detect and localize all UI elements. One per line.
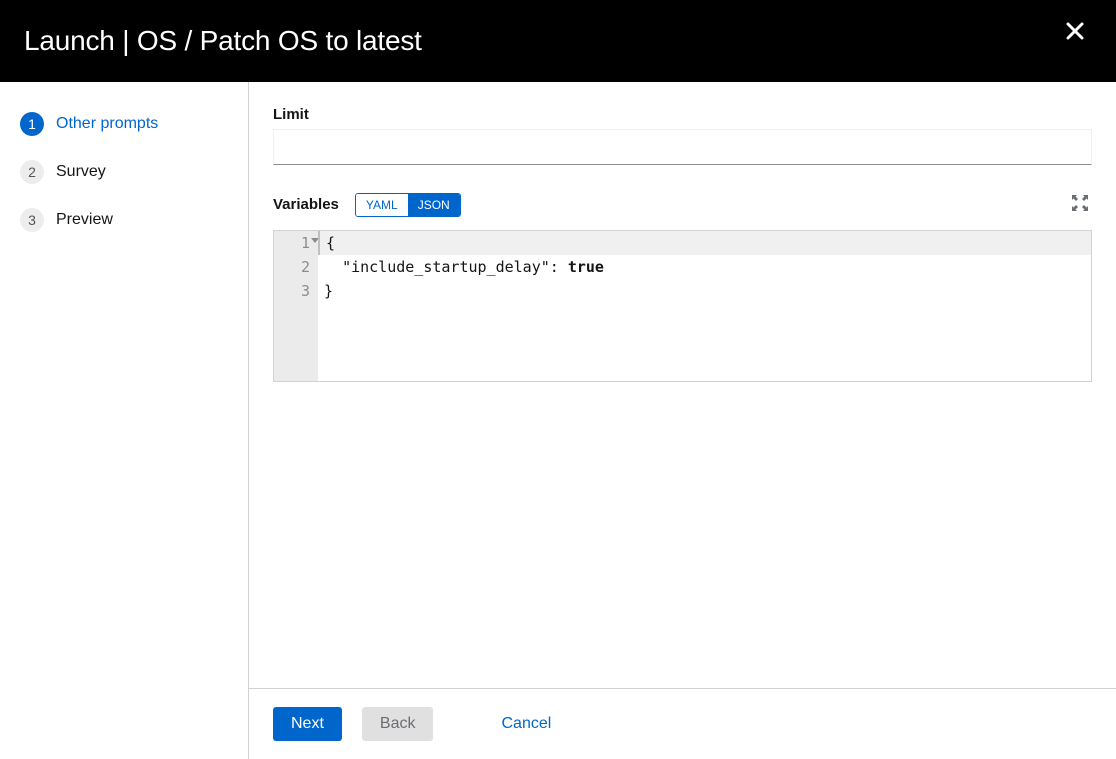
toggle-yaml[interactable]: YAML: [356, 194, 408, 216]
cancel-button[interactable]: Cancel: [497, 707, 555, 741]
expand-icon: [1072, 195, 1088, 211]
step-number: 1: [20, 112, 44, 136]
step-preview[interactable]: 3 Preview: [20, 202, 228, 238]
close-icon: [1066, 22, 1084, 40]
limit-input[interactable]: [273, 129, 1092, 165]
main-panel: Limit Variables YAML JSON: [249, 82, 1116, 759]
editor-gutter: 1 2 3: [274, 231, 318, 381]
code-line: {: [318, 231, 1091, 255]
format-toggle-group: YAML JSON: [355, 193, 461, 217]
modal-title: Launch | OS / Patch OS to latest: [24, 25, 422, 57]
gutter-line: 2: [274, 255, 310, 279]
expand-editor-button[interactable]: [1068, 191, 1092, 218]
code-line: "include_startup_delay": true: [324, 255, 1085, 279]
variables-code-editor[interactable]: 1 2 3 { "include_startup_delay": true }: [273, 230, 1092, 382]
variables-label: Variables: [273, 196, 339, 213]
gutter-line: 1: [274, 231, 310, 255]
back-button[interactable]: Back: [362, 707, 434, 741]
step-label: Survey: [56, 163, 106, 181]
step-number: 3: [20, 208, 44, 232]
limit-label: Limit: [273, 106, 1092, 123]
step-number: 2: [20, 160, 44, 184]
close-button[interactable]: [1058, 15, 1092, 51]
step-label: Preview: [56, 211, 113, 229]
editor-code-area[interactable]: { "include_startup_delay": true }: [318, 231, 1091, 381]
next-button[interactable]: Next: [273, 707, 342, 741]
step-survey[interactable]: 2 Survey: [20, 154, 228, 190]
modal-header: Launch | OS / Patch OS to latest: [0, 0, 1116, 82]
wizard-footer: Next Back Cancel: [249, 688, 1116, 759]
variables-header: Variables YAML JSON: [273, 191, 1092, 218]
modal-body: 1 Other prompts 2 Survey 3 Preview Limit…: [0, 82, 1116, 759]
gutter-line: 3: [274, 279, 310, 303]
step-other-prompts[interactable]: 1 Other prompts: [20, 106, 228, 142]
code-line: }: [324, 279, 1085, 303]
step-label: Other prompts: [56, 115, 158, 133]
wizard-steps-nav: 1 Other prompts 2 Survey 3 Preview: [0, 82, 249, 759]
main-content: Limit Variables YAML JSON: [249, 82, 1116, 688]
toggle-json[interactable]: JSON: [408, 194, 460, 216]
variables-header-left: Variables YAML JSON: [273, 193, 461, 217]
